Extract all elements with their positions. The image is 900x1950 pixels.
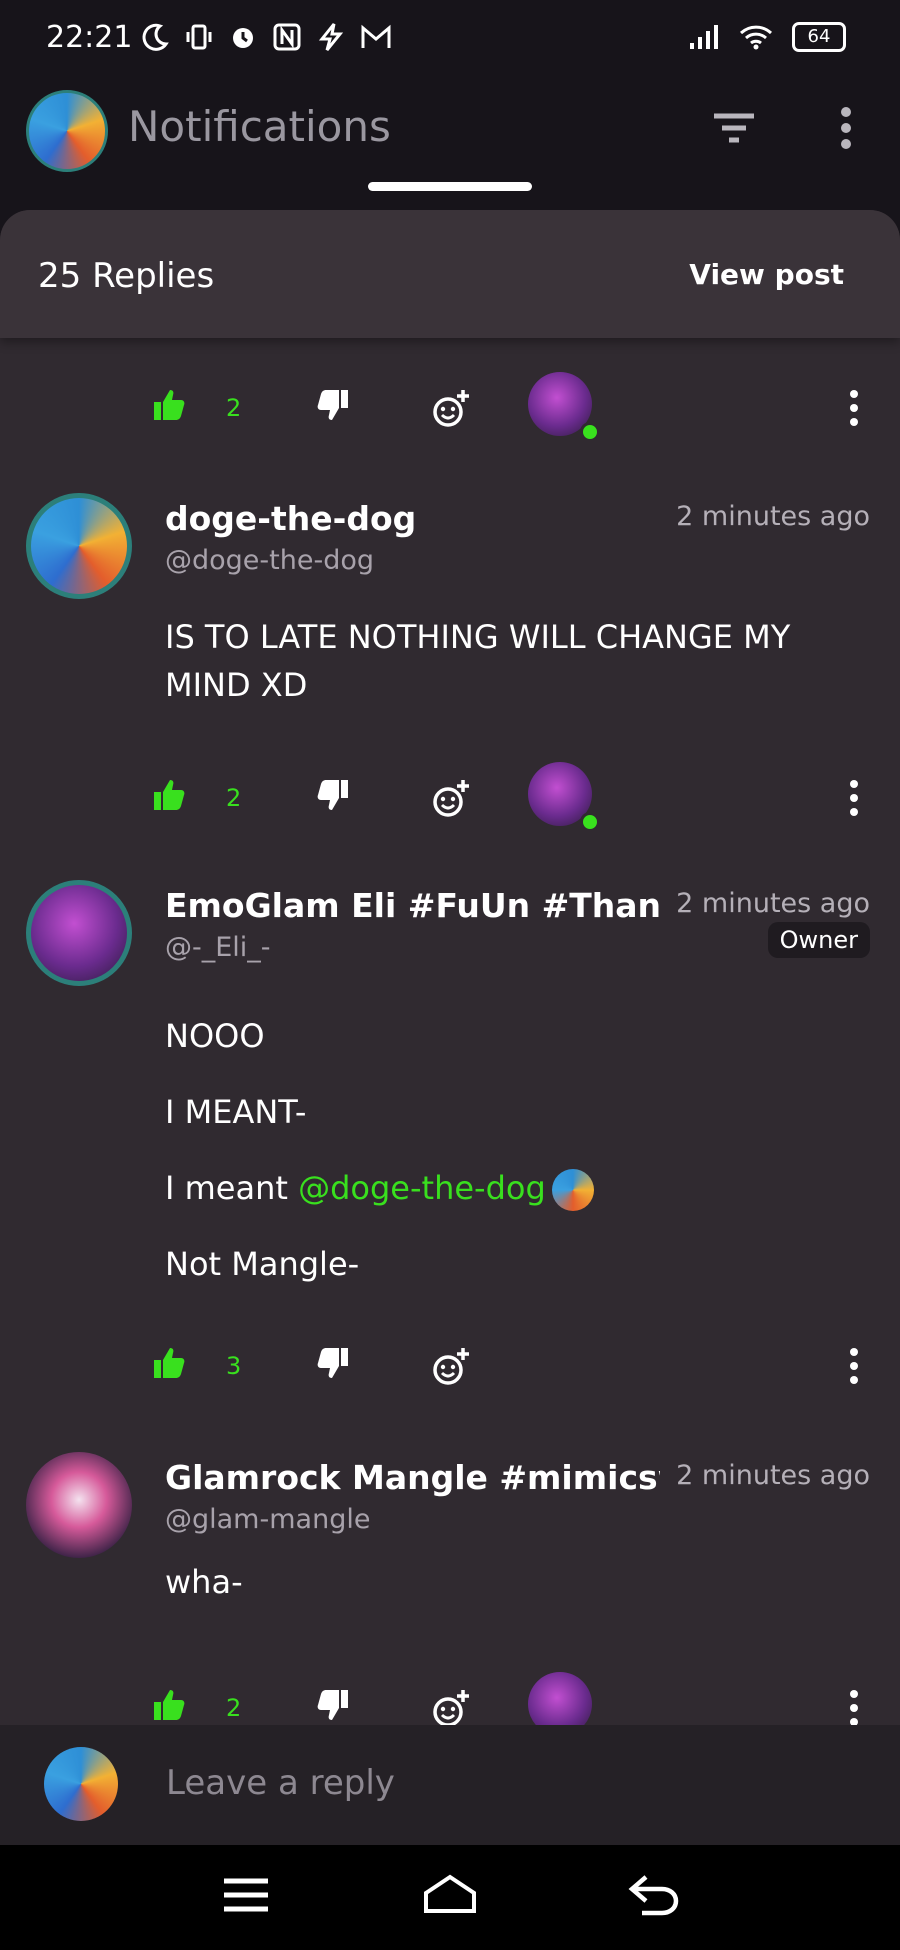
thumbs-down-icon[interactable]	[316, 778, 350, 812]
thumbs-down-icon[interactable]	[316, 1346, 350, 1380]
replies-count: 25 Replies	[38, 256, 215, 296]
nfc-icon	[273, 23, 301, 51]
avatar[interactable]	[26, 880, 132, 986]
profile-avatar[interactable]	[26, 90, 108, 172]
status-icons-right: 64	[688, 22, 846, 52]
thumbs-down-icon[interactable]	[316, 388, 350, 422]
comment-line: IS TO LATE NOTHING WILL CHANGE MY	[165, 618, 791, 656]
thumbs-up-icon[interactable]	[152, 1688, 186, 1722]
reply-composer: Leave a reply	[0, 1725, 900, 1845]
battery-icon: 64	[792, 22, 846, 52]
add-reaction-icon[interactable]	[430, 388, 472, 430]
more-vertical-icon[interactable]	[842, 388, 866, 428]
comment-text: IS TO LATE NOTHING WILL CHANGE MY MIND X…	[165, 613, 790, 709]
comment-author-handle: @glam-mangle	[165, 1504, 371, 1535]
comment-line: I MEANT-	[165, 1093, 307, 1131]
wifi-icon	[739, 25, 773, 50]
app-bar: Notifications	[0, 78, 900, 208]
owner-badge: Owner	[767, 922, 870, 958]
status-time: 22:21	[46, 20, 133, 55]
comment-line: I meant @doge-the-dog	[165, 1150, 594, 1226]
view-post-button[interactable]: View post	[689, 258, 844, 291]
comment-text: wha-	[165, 1558, 243, 1606]
comment-line: NOOO	[165, 1017, 265, 1055]
system-nav-bar	[0, 1845, 900, 1950]
online-indicator	[580, 812, 600, 832]
more-vertical-icon[interactable]	[828, 104, 864, 152]
vibrate-icon	[186, 24, 212, 50]
filter-icon[interactable]	[710, 108, 758, 148]
comment-line: Not Mangle-	[165, 1245, 360, 1283]
replies-sheet: 25 Replies View post 2 doge-the-dog 2 mi…	[0, 210, 900, 1725]
sheet-header: 25 Replies View post	[0, 210, 900, 338]
reaction-avatar[interactable]	[528, 1672, 592, 1725]
add-reaction-icon[interactable]	[430, 1688, 472, 1725]
comment-author-handle: @doge-the-dog	[165, 545, 374, 576]
comment-line: MIND XD	[165, 666, 308, 704]
thumbs-up-icon[interactable]	[152, 1346, 186, 1380]
comment-time: 2 minutes ago	[676, 888, 870, 919]
add-reaction-icon[interactable]	[430, 778, 472, 820]
reply-input[interactable]: Leave a reply	[166, 1763, 395, 1803]
my-avatar	[44, 1747, 118, 1821]
moon-icon	[142, 23, 169, 51]
online-indicator	[580, 422, 600, 442]
more-vertical-icon[interactable]	[842, 1688, 866, 1725]
thumbs-up-icon[interactable]	[152, 778, 186, 812]
alarm-icon	[233, 28, 253, 48]
comment-author-handle: @-_Eli_-	[165, 932, 271, 963]
comment-author-name[interactable]: doge-the-dog	[165, 499, 660, 538]
back-icon[interactable]	[628, 1873, 680, 1917]
menu-icon[interactable]	[222, 1873, 270, 1917]
comment-text: NOOO I MEANT- I meant @doge-the-dog Not …	[165, 998, 594, 1302]
home-icon[interactable]	[422, 1873, 478, 1917]
comment-author-name[interactable]: Glamrock Mangle #mimicsweek	[165, 1458, 660, 1497]
action-row: 2	[0, 760, 900, 840]
add-reaction-icon[interactable]	[430, 1346, 472, 1388]
action-row: 3	[0, 1328, 900, 1408]
page-title: Notifications	[128, 102, 391, 151]
gmail-icon	[361, 24, 391, 48]
status-bar: 22:21 64	[0, 0, 900, 78]
status-icons-left	[140, 22, 392, 52]
comment-time: 2 minutes ago	[676, 501, 870, 532]
comment-time: 2 minutes ago	[676, 1460, 870, 1491]
avatar[interactable]	[26, 1452, 132, 1558]
thumbs-up-icon[interactable]	[152, 388, 186, 422]
thumbs-down-icon[interactable]	[316, 1688, 350, 1722]
more-vertical-icon[interactable]	[842, 1346, 866, 1386]
mention-avatar	[551, 1169, 594, 1211]
like-count: 2	[226, 784, 242, 812]
comment-line-text: I meant	[165, 1169, 299, 1207]
action-row: 2	[0, 1670, 900, 1725]
more-vertical-icon[interactable]	[842, 778, 866, 818]
action-row: 2	[0, 370, 900, 450]
signal-icon	[690, 25, 718, 49]
like-count: 2	[226, 1694, 242, 1722]
sheet-drag-handle[interactable]	[368, 182, 532, 191]
like-count: 3	[226, 1352, 242, 1380]
comment-author-name[interactable]: EmoGlam Eli #FuUn #ThankYou	[165, 886, 660, 925]
like-count: 2	[226, 394, 242, 422]
avatar[interactable]	[26, 493, 132, 599]
mention-link[interactable]: @doge-the-dog	[298, 1169, 546, 1207]
comment-line: wha-	[165, 1563, 243, 1601]
bolt-icon	[318, 23, 344, 51]
